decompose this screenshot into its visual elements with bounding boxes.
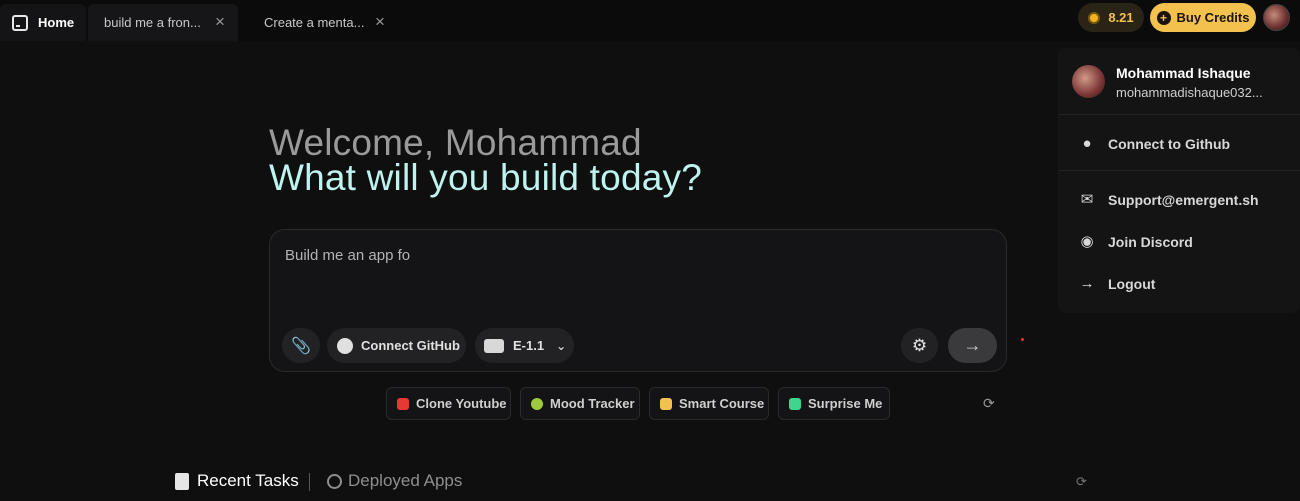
github-icon: ● <box>1082 135 1092 152</box>
divider <box>1058 114 1300 115</box>
mail-icon: ✉ <box>1080 191 1094 208</box>
sparkle-icon <box>789 397 801 410</box>
suggestion-chip[interactable]: Clone Youtube <box>386 387 511 420</box>
tab-deployed-apps[interactable]: Deployed Apps <box>327 471 462 491</box>
paperclip-icon: 📎 <box>291 337 311 355</box>
logout-icon: → <box>1079 275 1095 292</box>
arrow-right-icon: → <box>963 335 982 355</box>
tab-task-2-label: Create a menta... <box>264 15 365 30</box>
attach-button[interactable]: 📎 <box>282 328 320 363</box>
support-label: Support@emergent.sh <box>1108 192 1259 208</box>
prompt-input[interactable]: Build me an app fo <box>285 247 410 264</box>
settings-button[interactable]: ⚙ <box>901 328 938 363</box>
connect-github-item[interactable]: ● Connect to Github <box>1078 135 1230 153</box>
globe-icon <box>327 473 342 489</box>
recent-tasks-label: Recent Tasks <box>197 471 299 490</box>
suggestion-label: Mood Tracker <box>550 396 635 411</box>
avatar <box>1072 65 1105 98</box>
credits-value: 8.21 <box>1108 10 1134 25</box>
logout-item[interactable]: → Logout <box>1078 275 1156 293</box>
support-item[interactable]: ✉ Support@emergent.sh <box>1078 191 1259 209</box>
connect-github-button[interactable]: Connect GitHub <box>327 328 466 363</box>
user-email: mohammadishaque032... <box>1116 85 1263 100</box>
discord-label: Join Discord <box>1108 234 1193 250</box>
plus-icon: + <box>1156 10 1171 25</box>
tab-recent-tasks[interactable]: Recent Tasks <box>175 471 299 491</box>
tab-task-1[interactable]: build me a fron... × <box>88 4 238 41</box>
youtube-icon <box>397 397 409 410</box>
user-name: Mohammad Ishaque <box>1116 65 1251 81</box>
smile-icon <box>531 397 543 410</box>
tab-task-2[interactable]: Create a menta... × <box>248 4 398 41</box>
refresh-icon[interactable]: ⟳ <box>1076 474 1087 490</box>
tab-task-1-label: build me a fron... <box>104 15 201 30</box>
credits-badge[interactable]: 8.21 <box>1078 3 1144 32</box>
tab-home-label: Home <box>38 15 75 30</box>
discord-icon: ◉ <box>1080 233 1094 250</box>
send-button[interactable]: → <box>948 328 997 363</box>
model-selector[interactable]: E-1.1 ⌄ <box>475 328 574 363</box>
buy-credits-label: Buy Credits <box>1176 10 1250 25</box>
divider <box>309 473 310 491</box>
model-label: E-1.1 <box>513 338 545 353</box>
robot-icon <box>484 338 504 353</box>
user-menu: Mohammad Ishaque mohammadishaque032... ●… <box>1058 48 1300 313</box>
suggestion-chip[interactable]: Smart Course <box>649 387 769 420</box>
connect-github-label: Connect to Github <box>1108 136 1231 152</box>
clipboard-icon <box>175 472 189 490</box>
connect-github-label: Connect GitHub <box>361 338 460 353</box>
refresh-icon[interactable]: ⟳ <box>983 395 995 412</box>
logout-label: Logout <box>1108 276 1156 292</box>
build-heading: What will you build today? <box>269 157 702 198</box>
card-icon <box>660 397 672 410</box>
tab-home[interactable]: Home <box>0 4 86 41</box>
suggestion-chip[interactable]: Surprise Me <box>778 387 890 420</box>
suggestion-label: Smart Course <box>679 396 765 411</box>
terminal-icon <box>12 14 28 31</box>
suggestion-label: Surprise Me <box>808 396 883 411</box>
buy-credits-button[interactable]: + Buy Credits <box>1150 3 1256 32</box>
suggestion-chip[interactable]: Mood Tracker <box>520 387 640 420</box>
close-icon[interactable]: × <box>372 13 388 30</box>
discord-item[interactable]: ◉ Join Discord <box>1078 233 1193 251</box>
divider <box>1058 170 1300 171</box>
github-icon <box>337 337 353 354</box>
prompt-box[interactable]: Build me an app fo 📎 Connect GitHub E-1.… <box>269 229 1007 372</box>
top-bar: Home build me a fron... × Create a menta… <box>0 0 1300 41</box>
cursor-dot <box>1021 338 1024 341</box>
chevron-down-icon: ⌄ <box>556 338 567 353</box>
deployed-apps-label: Deployed Apps <box>348 471 463 490</box>
close-icon[interactable]: × <box>212 13 228 30</box>
coin-icon <box>1088 11 1101 24</box>
gear-icon: ⚙ <box>911 335 928 355</box>
suggestion-label: Clone Youtube <box>416 396 507 411</box>
avatar[interactable] <box>1263 4 1290 31</box>
